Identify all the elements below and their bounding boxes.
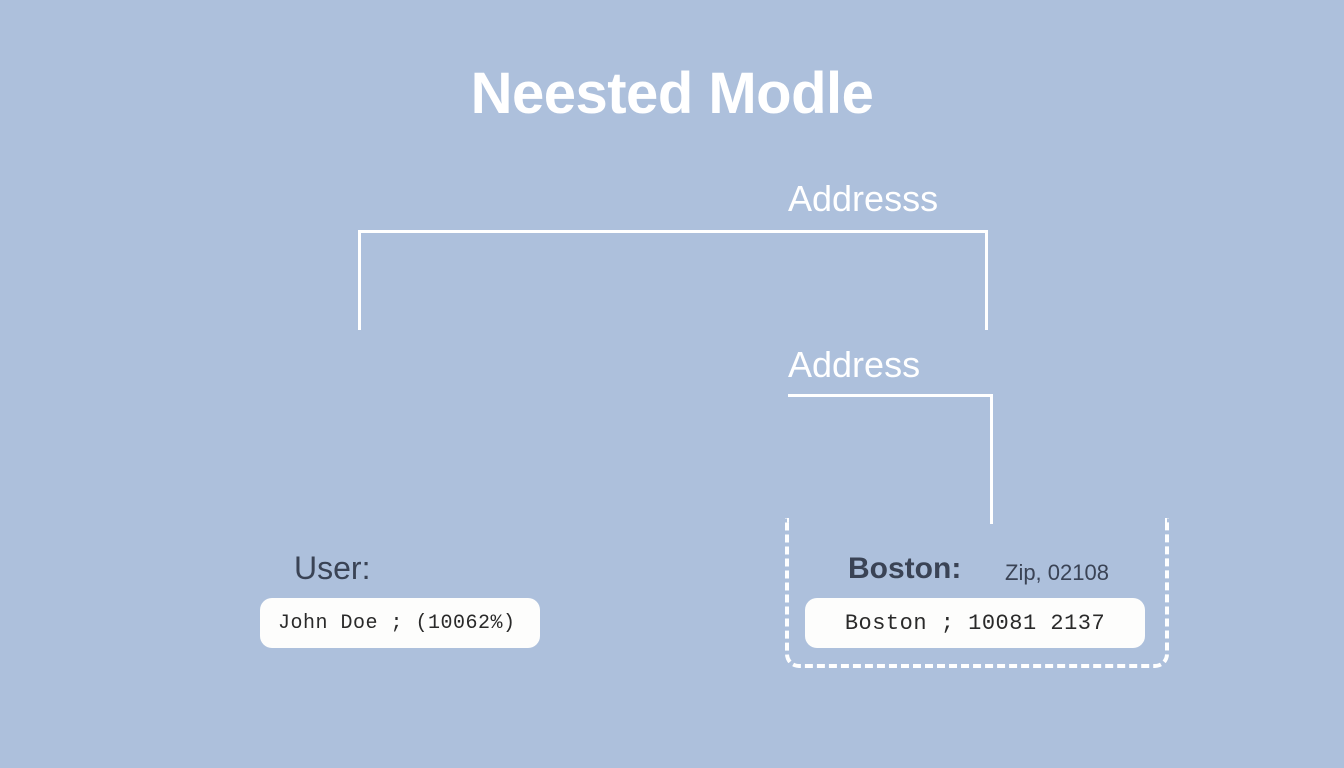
- boston-value-box: Boston ; 10081 2137: [805, 598, 1145, 648]
- boston-label: Boston:: [848, 552, 961, 586]
- user-label: User:: [294, 550, 370, 587]
- diagram-title: Neested Modle: [471, 60, 874, 127]
- address-label: Address: [788, 344, 920, 386]
- user-value-box: John Doe ; (10062%): [260, 598, 540, 648]
- outer-bracket: [358, 230, 988, 330]
- zip-label: Zip, 02108: [1005, 560, 1109, 586]
- addresss-label: Addresss: [788, 178, 938, 220]
- inner-bracket: [788, 394, 993, 524]
